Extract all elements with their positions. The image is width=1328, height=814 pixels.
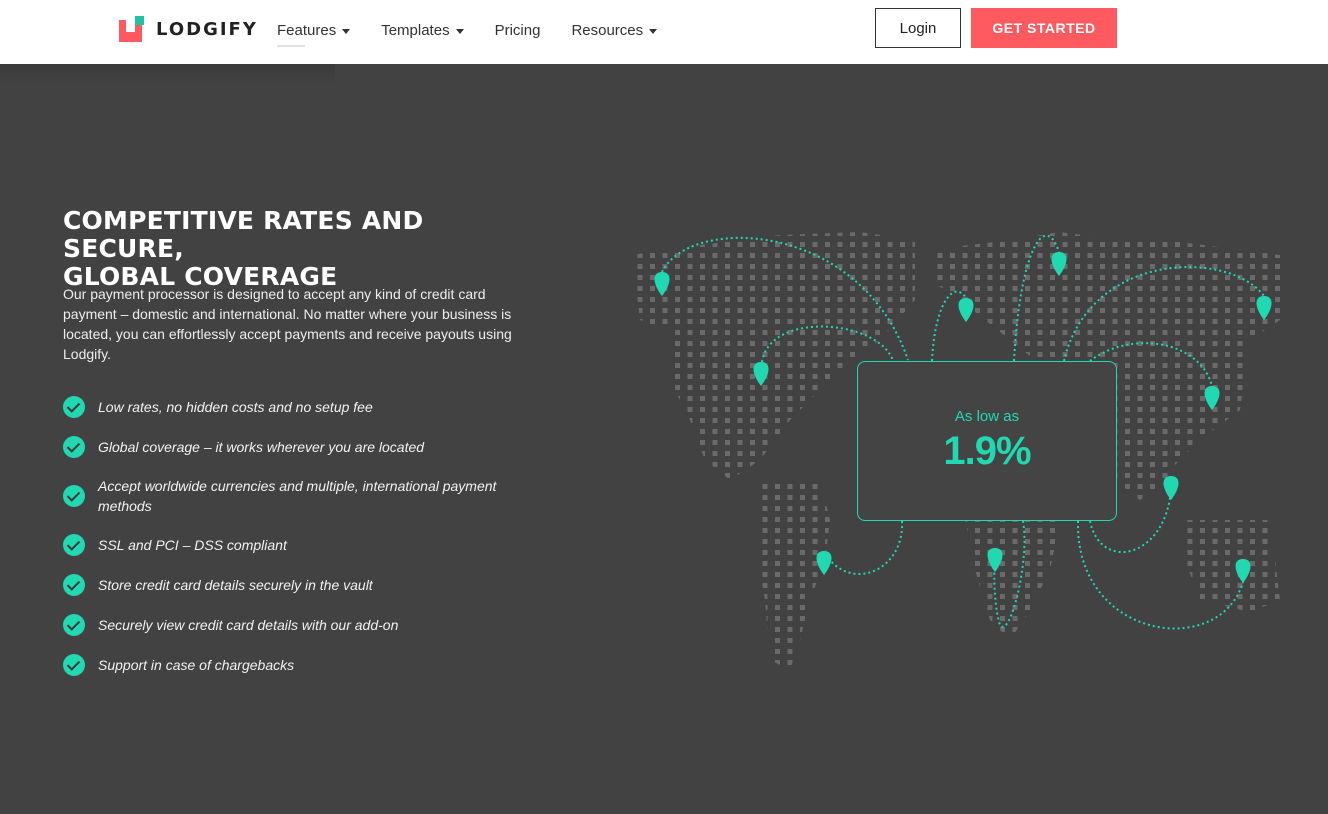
feature-text: Store credit card details securely in th…	[98, 577, 373, 593]
menu-item-templates[interactable]: Templates	[381, 19, 464, 41]
feature-text: SSL and PCI – DSS compliant	[98, 537, 287, 553]
feature-item: Low rates, no hidden costs and no setup …	[63, 396, 523, 418]
rate-value: 1.9%	[943, 429, 1031, 473]
brand-logo[interactable]: LODGIFY	[119, 16, 258, 42]
main-menu: Features Templates Pricing Resources	[277, 19, 658, 47]
get-started-button[interactable]: GET STARTED	[971, 8, 1117, 48]
map-pin-icon	[958, 298, 974, 322]
top-navigation: LODGIFY Features Templates Pricing Resou…	[0, 0, 1328, 64]
menu-item-pricing[interactable]: Pricing	[495, 19, 541, 41]
feature-text: Securely view credit card details with o…	[98, 617, 399, 633]
feature-text: Global coverage – it works wherever you …	[98, 439, 425, 455]
feature-text: Accept worldwide currencies and multiple…	[98, 478, 497, 514]
check-circle-icon	[63, 396, 85, 418]
menu-item-label: Resources	[571, 21, 644, 39]
section-description: Our payment processor is designed to acc…	[63, 286, 512, 362]
feature-item: Store credit card details securely in th…	[63, 574, 523, 596]
feature-item: Accept worldwide currencies and multiple…	[63, 476, 523, 516]
lodgify-logo-icon	[119, 16, 146, 42]
check-circle-icon	[63, 614, 85, 636]
nav-shadow	[0, 64, 335, 84]
check-circle-icon	[63, 654, 85, 676]
feature-item: SSL and PCI – DSS compliant	[63, 534, 523, 556]
heading-line-1: COMPETITIVE RATES AND SECURE,	[63, 206, 424, 263]
menu-item-label: Pricing	[494, 21, 541, 39]
caret-down-icon	[455, 28, 464, 34]
feature-item: Global coverage – it works wherever you …	[63, 436, 523, 458]
menu-item-resources[interactable]: Resources	[571, 19, 658, 41]
rate-card: As low as 1.9%	[857, 361, 1117, 521]
menu-item-label: Templates	[381, 21, 450, 39]
feature-item: Securely view credit card details with o…	[63, 614, 523, 636]
check-circle-icon	[63, 436, 85, 458]
menu-item-label: Features	[277, 21, 337, 39]
menu-item-features[interactable]: Features	[277, 19, 351, 47]
feature-text: Support in case of chargebacks	[98, 657, 295, 673]
check-circle-icon	[63, 574, 85, 596]
map-pin-icon	[1163, 476, 1179, 500]
caret-down-icon	[649, 28, 658, 34]
caret-down-icon	[342, 28, 351, 34]
brand-name: LODGIFY	[156, 18, 258, 40]
rate-label: As low as	[954, 408, 1020, 425]
feature-text: Low rates, no hidden costs and no setup …	[98, 399, 373, 415]
section-heading: COMPETITIVE RATES AND SECURE, GLOBAL COV…	[63, 207, 543, 291]
login-button[interactable]: Login	[875, 8, 961, 48]
feature-item: Support in case of chargebacks	[63, 654, 523, 676]
feature-list: Low rates, no hidden costs and no setup …	[63, 396, 523, 694]
check-circle-icon	[63, 485, 85, 507]
check-circle-icon	[63, 534, 85, 556]
